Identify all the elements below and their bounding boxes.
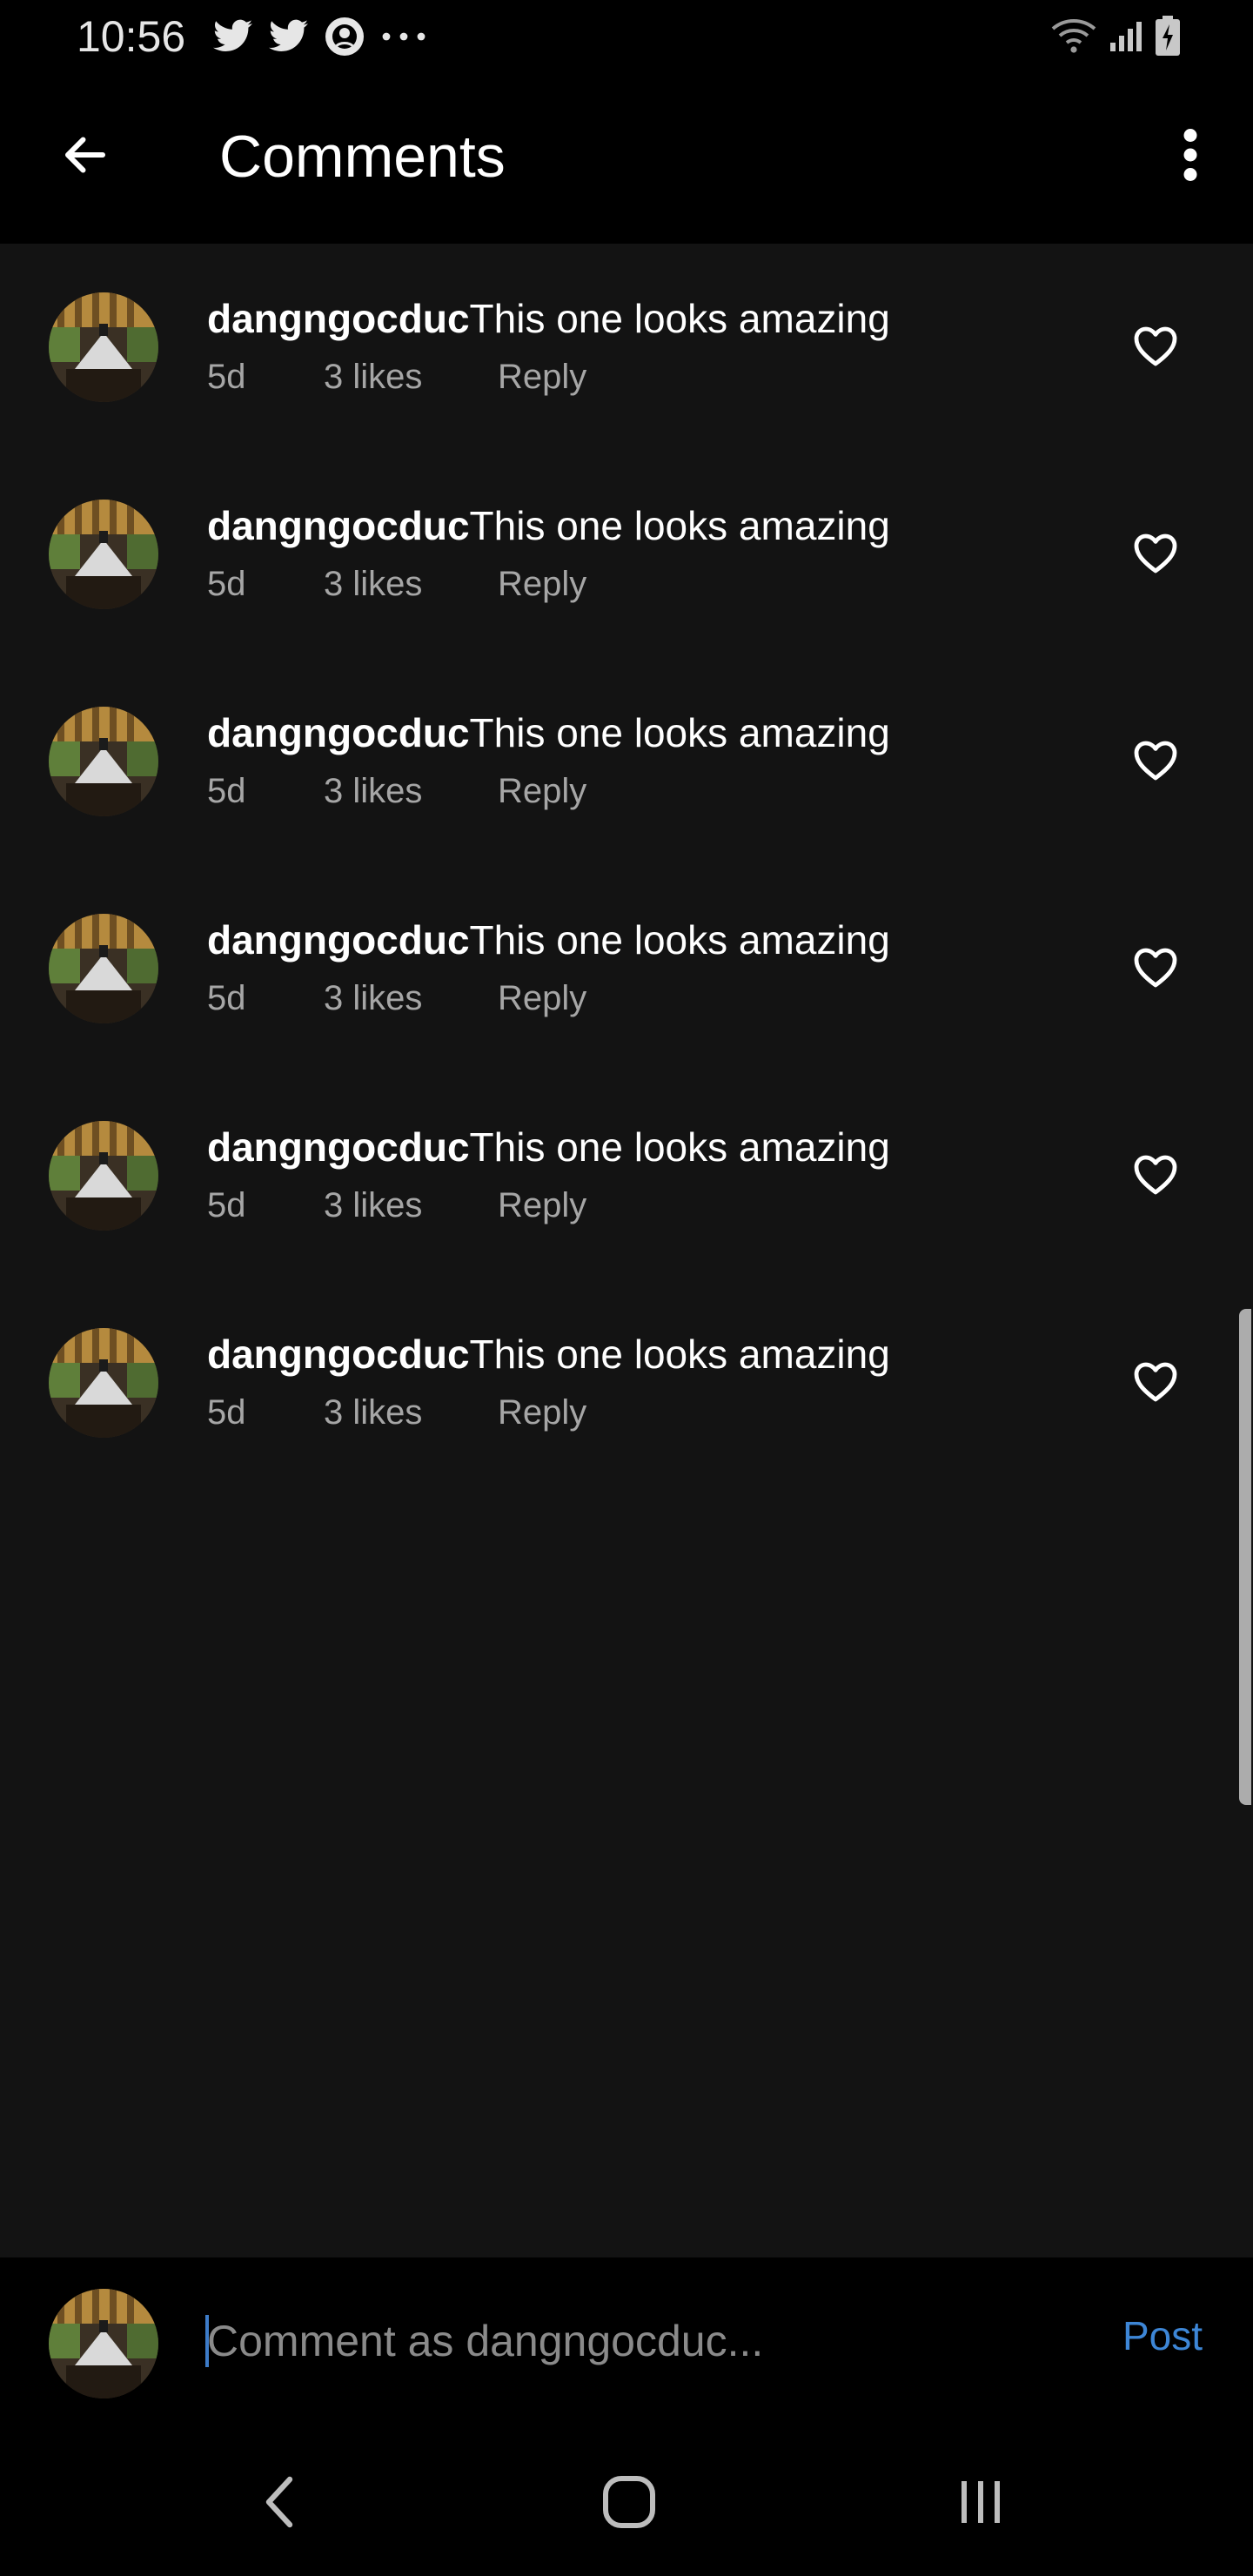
reply-button[interactable]: Reply — [498, 1184, 586, 1227]
heart-outline-icon — [1133, 1361, 1178, 1407]
scrollbar[interactable] — [1239, 1309, 1251, 1805]
comment-text: dangngocducThis one looks amazing — [207, 708, 890, 757]
comment-time: 5d — [207, 565, 246, 603]
comment-body: This one looks amazing — [469, 503, 890, 548]
nav-home-button[interactable] — [590, 2465, 668, 2543]
signal-icon — [1109, 18, 1143, 57]
heart-outline-icon — [1133, 1154, 1178, 1200]
system-icons — [1051, 16, 1180, 60]
page-title: Comments — [219, 124, 506, 190]
comment-item: dangngocducThis one looks amazing 5d 3 l… — [0, 1072, 1253, 1279]
comment-likes[interactable]: 3 likes — [324, 355, 422, 399]
avatar[interactable] — [49, 500, 158, 609]
chevron-left-icon — [262, 2474, 297, 2534]
comment-body: This one looks amazing — [469, 710, 890, 755]
battery-charging-icon — [1156, 16, 1180, 60]
comment-item: dangngocducThis one looks amazing 5d 3 l… — [0, 244, 1253, 451]
comment-likes[interactable]: 3 likes — [324, 1184, 422, 1227]
system-navigation-bar — [0, 2428, 1253, 2576]
comment-item: dangngocducThis one looks amazing 5d 3 l… — [0, 865, 1253, 1072]
more-vert-icon — [1182, 128, 1199, 186]
comment-likes[interactable]: 3 likes — [324, 1391, 422, 1434]
avatar[interactable] — [49, 1121, 158, 1231]
nav-back-button[interactable] — [240, 2465, 318, 2543]
comment-text: dangngocducThis one looks amazing — [207, 294, 890, 343]
like-button[interactable] — [1128, 1356, 1183, 1412]
avatar — [49, 2289, 158, 2398]
post-button[interactable]: Post — [1122, 2311, 1203, 2360]
reply-button[interactable]: Reply — [498, 562, 586, 606]
comment-text: dangngocducThis one looks amazing — [207, 1330, 890, 1379]
reply-button[interactable]: Reply — [498, 976, 586, 1020]
home-icon — [602, 2475, 656, 2533]
comment-body: This one looks amazing — [469, 1332, 890, 1377]
comment-item: dangngocducThis one looks amazing 5d 3 l… — [0, 1279, 1253, 1486]
comments-list: dangngocducThis one looks amazing 5d 3 l… — [0, 244, 1253, 1486]
comment-time: 5d — [207, 772, 246, 810]
comment-username[interactable]: dangngocduc — [207, 296, 470, 341]
comment-body: This one looks amazing — [469, 296, 890, 341]
more-options-button[interactable] — [1154, 120, 1227, 193]
twitter-icon — [212, 17, 254, 60]
heart-outline-icon — [1133, 947, 1178, 993]
comment-body: This one looks amazing — [469, 1124, 890, 1170]
like-button[interactable] — [1128, 942, 1183, 997]
arrow-back-icon — [59, 129, 111, 185]
avatar[interactable] — [49, 914, 158, 1023]
like-button[interactable] — [1128, 735, 1183, 790]
twitter-icon — [268, 17, 310, 60]
comment-text: dangngocducThis one looks amazing — [207, 916, 890, 964]
recents-icon — [956, 2478, 1005, 2531]
app-bar: Comments — [0, 73, 1253, 244]
comment-time: 5d — [207, 358, 246, 396]
comment-time: 5d — [207, 1186, 246, 1224]
comment-item: dangngocducThis one looks amazing 5d 3 l… — [0, 658, 1253, 865]
avatar[interactable] — [49, 707, 158, 816]
like-button[interactable] — [1128, 1149, 1183, 1204]
comment-likes[interactable]: 3 likes — [324, 769, 422, 813]
comment-time: 5d — [207, 1393, 246, 1432]
comment-text: dangngocducThis one looks amazing — [207, 501, 890, 550]
comment-username[interactable]: dangngocduc — [207, 710, 470, 755]
comment-item: dangngocducThis one looks amazing 5d 3 l… — [0, 451, 1253, 658]
like-button[interactable] — [1128, 320, 1183, 376]
reply-button[interactable]: Reply — [498, 769, 586, 813]
wifi-icon — [1051, 17, 1096, 59]
comment-likes[interactable]: 3 likes — [324, 562, 422, 606]
nav-recents-button[interactable] — [941, 2465, 1020, 2543]
back-button[interactable] — [49, 120, 122, 193]
comment-username[interactable]: dangngocduc — [207, 1332, 470, 1377]
notification-icons — [212, 16, 428, 62]
reply-button[interactable]: Reply — [498, 355, 586, 399]
comment-username[interactable]: dangngocduc — [207, 503, 470, 548]
starbucks-icon — [324, 16, 365, 62]
avatar[interactable] — [49, 1328, 158, 1438]
avatar[interactable] — [49, 292, 158, 402]
comment-username[interactable]: dangngocduc — [207, 1124, 470, 1170]
reply-button[interactable]: Reply — [498, 1391, 586, 1434]
heart-outline-icon — [1133, 533, 1178, 579]
heart-outline-icon — [1133, 325, 1178, 372]
comment-time: 5d — [207, 979, 246, 1017]
heart-outline-icon — [1133, 740, 1178, 786]
status-time: 10:56 — [77, 12, 186, 61]
comment-likes[interactable]: 3 likes — [324, 976, 422, 1020]
comment-body: This one looks amazing — [469, 917, 890, 963]
more-notifications-icon — [379, 28, 428, 50]
comment-username[interactable]: dangngocduc — [207, 917, 470, 963]
status-bar: 10:56 — [0, 0, 1253, 73]
comment-composer: Post — [0, 2257, 1253, 2428]
like-button[interactable] — [1128, 527, 1183, 583]
comment-input[interactable] — [207, 2304, 1060, 2378]
comment-text: dangngocducThis one looks amazing — [207, 1123, 890, 1171]
